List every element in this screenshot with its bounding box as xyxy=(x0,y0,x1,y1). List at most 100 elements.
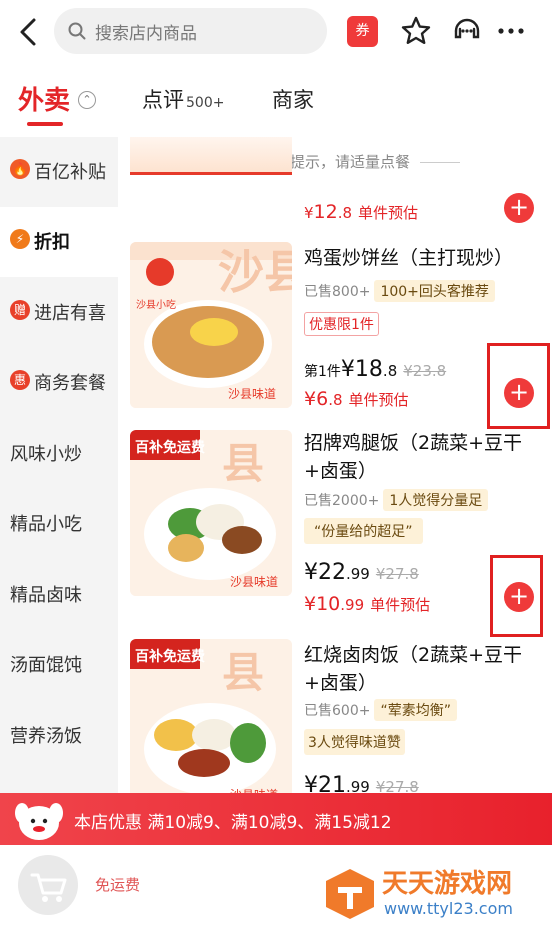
estimated-price: ¥6.8 单件预估 xyxy=(304,388,409,410)
collapse-icon[interactable]: ⌃ xyxy=(78,91,96,109)
product-name[interactable]: 鸡蛋炒饼丝（主打现炒） xyxy=(304,244,544,272)
sidebar-item-subsidy[interactable]: 🔥 百亿补贴 xyxy=(0,137,118,207)
sidebar-item-discount[interactable]: ⚡ 折扣 xyxy=(0,207,118,277)
price-integer: ¥21 xyxy=(304,773,346,793)
more-icon[interactable] xyxy=(494,14,528,48)
price-decimal: .8 xyxy=(337,204,353,222)
coupon-button[interactable]: 券 xyxy=(347,16,378,47)
star-icon[interactable] xyxy=(399,14,433,48)
portion-tag: 1人觉得分量足 xyxy=(383,489,489,511)
sidebar-item-noodles[interactable]: 汤面馄饨 xyxy=(0,630,118,700)
tab-delivery[interactable]: 外卖 xyxy=(18,80,70,117)
add-to-cart-button[interactable]: + xyxy=(504,193,534,223)
image-flavor-text: 沙县味道 xyxy=(228,387,276,401)
sidebar-item-label: 风味小炒 xyxy=(10,444,82,465)
tab-active-indicator xyxy=(27,122,63,126)
price-integer: ¥10 xyxy=(304,593,341,615)
product-image[interactable]: 百补免运费 县 沙县味道 xyxy=(130,639,292,793)
price-decimal: .99 xyxy=(346,565,370,583)
customer-service-icon[interactable] xyxy=(450,14,484,48)
first-item-label: 第1件 xyxy=(304,364,341,380)
estimate-label: 单件预估 xyxy=(370,596,431,614)
store-promo-bar[interactable]: 本店优惠 满10减9、满10减9、满15减12 xyxy=(0,793,552,845)
image-text: 沙县 xyxy=(218,245,292,299)
promo-text: 本店优惠 满10减9、满10减9、满15减12 xyxy=(74,813,392,833)
gift-icon: 赠 xyxy=(10,300,30,320)
estimate-label: 单件预估 xyxy=(358,204,419,222)
back-arrow-icon[interactable] xyxy=(14,14,44,50)
sidebar-item-stir-fry[interactable]: 风味小炒 xyxy=(0,419,118,489)
food-photo: 沙县 沙县味道 沙县小吃 xyxy=(130,242,292,408)
watermark: 天天游戏网 www.ttyl23.com xyxy=(320,863,548,931)
search-icon xyxy=(68,22,86,40)
price-integer: ¥22 xyxy=(304,560,346,585)
product-meta: 已售600+ “荤素均衡” xyxy=(304,699,457,721)
product-image[interactable]: 沙县 沙县味道 沙县小吃 xyxy=(130,242,292,408)
food-photo: 百补免运费 县 沙县味道 xyxy=(130,639,292,793)
sold-count: 已售600+ xyxy=(304,703,371,719)
search-input[interactable]: 搜索店内商品 xyxy=(54,8,327,54)
image-text: 县 xyxy=(222,439,264,488)
sold-count: 已售2000+ xyxy=(304,493,380,509)
divider xyxy=(420,162,460,163)
original-price: ¥27.8 xyxy=(375,778,419,793)
free-shipping-badge: 百补免运费 xyxy=(135,439,205,456)
shipping-label: 免运费 xyxy=(95,876,141,894)
price-decimal: .99 xyxy=(346,778,370,793)
sidebar-item-label: 百亿补贴 xyxy=(34,162,106,183)
review-quote: “荤素均衡” xyxy=(374,699,457,721)
sidebar-item-label: 精品卤味 xyxy=(10,585,82,606)
watermark-title: 天天游戏网 xyxy=(382,869,513,899)
price-decimal: .8 xyxy=(328,391,343,409)
sidebar-item-label: 商务套餐 xyxy=(34,373,106,394)
repeat-customer-tag: 100+回头客推荐 xyxy=(374,280,495,302)
add-to-cart-button[interactable]: + xyxy=(504,378,534,408)
add-to-cart-button[interactable]: + xyxy=(504,582,534,612)
cart-bar: 免运费 天天游戏网 www.ttyl23.com xyxy=(0,845,552,937)
watermark-logo-icon xyxy=(326,869,374,919)
price-decimal: .99 xyxy=(340,596,365,614)
tab-reviews[interactable]: 点评 500+ xyxy=(142,84,224,114)
lightning-icon: ⚡ xyxy=(10,229,30,249)
sidebar-item-label: 精品小吃 xyxy=(10,514,82,535)
tab-bar: 外卖 ⌃ 点评 500+ 商家 xyxy=(0,74,552,134)
sidebar-item-label: 进店有喜 xyxy=(34,303,106,324)
original-price: ¥27.8 xyxy=(375,565,419,583)
fire-icon: 🔥 xyxy=(10,159,30,179)
category-sidebar: 🔥 百亿补贴 ⚡ 折扣 赠 进店有喜 惠 商务套餐 风味小炒 精品小吃 精品卤味… xyxy=(0,137,118,793)
tab-merchant[interactable]: 商家 xyxy=(272,84,314,114)
product-list: 温馨提示，请适量点餐 ¥12.8 单件预估 + 沙县 沙县味道 沙县小吃 鸡蛋炒… xyxy=(118,137,552,793)
estimate-label: 单件预估 xyxy=(348,391,409,409)
sidebar-item-label: 营养汤饭 xyxy=(10,726,82,747)
sidebar-item-snacks[interactable]: 精品小吃 xyxy=(0,489,118,559)
promo-badge: 优惠限1件 xyxy=(304,312,379,336)
cart-button[interactable] xyxy=(18,855,78,915)
free-shipping-badge: 百补免运费 xyxy=(135,648,205,665)
current-price: 第1件¥18.8 ¥23.8 xyxy=(304,357,446,382)
sidebar-item-soup-rice[interactable]: 营养汤饭 xyxy=(0,701,118,771)
price-decimal: .8 xyxy=(382,362,398,380)
price-integer: ¥18 xyxy=(340,357,383,382)
store-page: 搜索店内商品 券 外卖 ⌃ 点评 500+ 商家 🔥 百亿补贴 ⚡ 折扣 赠 进… xyxy=(0,0,552,937)
product-name[interactable]: 红烧卤肉饭（2蔬菜+豆干+卤蛋） xyxy=(304,641,544,697)
tab-label: 外卖 xyxy=(18,86,71,116)
cart-icon xyxy=(30,873,67,902)
product-name[interactable]: 招牌鸡腿饭（2蔬菜+豆干+卤蛋） xyxy=(304,429,544,485)
taste-tag: 3人觉得味道赞 xyxy=(304,729,405,755)
sold-count: 已售800+ xyxy=(304,284,371,300)
price-integer: 12 xyxy=(313,201,338,223)
sidebar-item-welcome-gift[interactable]: 赠 进店有喜 xyxy=(0,278,118,348)
sidebar-item-business-meal[interactable]: 惠 商务套餐 xyxy=(0,348,118,418)
product-image[interactable]: 百补免运费 县 沙县味道 xyxy=(130,430,292,596)
price-integer: ¥6 xyxy=(304,388,329,410)
tab-label: 商家 xyxy=(272,88,314,112)
review-quote: “份量给的超足” xyxy=(304,518,423,544)
image-flavor-text: 沙县味道 xyxy=(230,575,278,589)
sidebar-item-braised[interactable]: 精品卤味 xyxy=(0,560,118,630)
current-price: ¥22.99 ¥27.8 xyxy=(304,560,419,585)
dog-mascot-icon xyxy=(15,803,63,840)
product-image[interactable] xyxy=(130,137,292,175)
original-price: ¥23.8 xyxy=(403,362,447,380)
current-price: ¥21.99 ¥27.8 xyxy=(304,773,419,793)
top-bar: 搜索店内商品 券 xyxy=(0,0,552,64)
